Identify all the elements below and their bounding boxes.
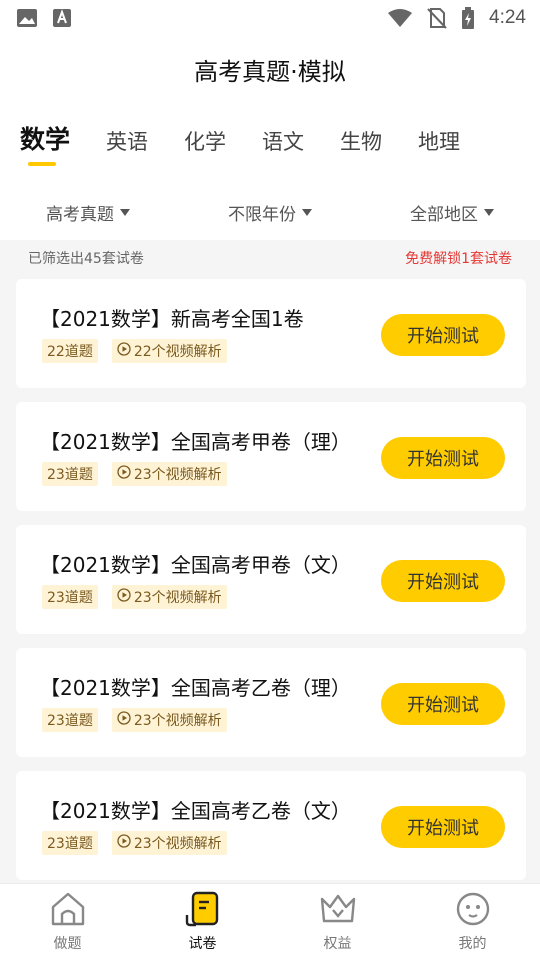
free-unlock-link[interactable]: 免费解锁1套试卷 bbox=[405, 248, 512, 268]
tab-english[interactable]: 英语 bbox=[106, 126, 148, 166]
video-count-text: 23个视频解析 bbox=[133, 467, 222, 483]
caret-down-icon bbox=[120, 208, 130, 216]
start-test-button[interactable]: 开始测试 bbox=[381, 560, 505, 602]
question-count-text: 23道题 bbox=[47, 590, 93, 606]
video-count-badge: 23个视频解析 bbox=[111, 585, 227, 609]
paper-title: 【2021数学】全国高考乙卷（文） bbox=[40, 799, 351, 823]
bottom-nav: 做题 试卷 权益 我的 bbox=[0, 883, 540, 960]
start-test-button[interactable]: 开始测试 bbox=[381, 437, 505, 479]
wifi-icon bbox=[387, 8, 413, 28]
play-icon bbox=[117, 465, 131, 483]
tab-chemistry[interactable]: 化学 bbox=[184, 126, 226, 166]
nav-label: 做题 bbox=[53, 936, 82, 952]
nav-profile[interactable]: 我的 bbox=[423, 891, 523, 953]
tab-label: 化学 bbox=[184, 130, 227, 154]
filter-bar: 高考真题 不限年份 全部地区 bbox=[0, 196, 540, 228]
status-bar: 4:24 bbox=[0, 0, 540, 36]
tab-label: 英语 bbox=[106, 130, 149, 154]
paper-card[interactable]: 【2021数学】全国高考乙卷（文） 23道题 23个视频解析 开始测试 bbox=[16, 771, 526, 880]
nav-label: 权益 bbox=[323, 936, 352, 952]
filter-region-label: 全部地区 bbox=[410, 204, 478, 225]
start-test-button[interactable]: 开始测试 bbox=[381, 314, 505, 356]
question-count-text: 23道题 bbox=[47, 467, 93, 483]
nav-label: 我的 bbox=[458, 936, 487, 952]
paper-card[interactable]: 【2021数学】新高考全国1卷 22道题 22个视频解析 开始测试 bbox=[16, 279, 526, 388]
play-icon bbox=[117, 711, 131, 729]
start-test-button[interactable]: 开始测试 bbox=[381, 806, 505, 848]
question-count-text: 23道题 bbox=[47, 713, 93, 729]
home-icon bbox=[49, 891, 87, 931]
paper-icon bbox=[184, 891, 222, 931]
tab-biology[interactable]: 生物 bbox=[340, 126, 382, 166]
video-count-text: 22个视频解析 bbox=[133, 344, 222, 360]
video-count-badge: 22个视频解析 bbox=[111, 339, 227, 363]
question-count-badge: 23道题 bbox=[42, 831, 98, 855]
filter-year-dropdown[interactable]: 不限年份 bbox=[228, 196, 312, 228]
nav-practice[interactable]: 做题 bbox=[18, 891, 118, 953]
filter-type-dropdown[interactable]: 高考真题 bbox=[46, 196, 130, 228]
page-title: 高考真题·模拟 bbox=[194, 58, 346, 86]
text-icon bbox=[52, 8, 72, 28]
question-count-badge: 23道题 bbox=[42, 708, 98, 732]
video-count-badge: 23个视频解析 bbox=[111, 462, 227, 486]
tab-chinese[interactable]: 语文 bbox=[262, 126, 304, 166]
paper-card[interactable]: 【2021数学】全国高考甲卷（文） 23道题 23个视频解析 开始测试 bbox=[16, 525, 526, 634]
filter-summary: 已筛选出45套试卷 免费解锁1套试卷 bbox=[0, 240, 540, 276]
active-tab-indicator bbox=[28, 162, 56, 166]
caret-down-icon bbox=[302, 208, 312, 216]
subject-tabs: 数学 英语 化学 语文 生物 地理 bbox=[20, 122, 540, 166]
image-icon bbox=[16, 8, 38, 28]
filter-year-label: 不限年份 bbox=[228, 204, 296, 225]
start-test-button[interactable]: 开始测试 bbox=[381, 683, 505, 725]
video-count-text: 23个视频解析 bbox=[133, 713, 222, 729]
nav-label: 试卷 bbox=[188, 936, 217, 952]
paper-card[interactable]: 【2021数学】全国高考甲卷（理） 23道题 23个视频解析 开始测试 bbox=[16, 402, 526, 511]
no-sim-icon bbox=[427, 7, 447, 29]
question-count-text: 22道题 bbox=[47, 344, 93, 360]
paper-card[interactable]: 【2021数学】全国高考乙卷（理） 23道题 23个视频解析 开始测试 bbox=[16, 648, 526, 757]
video-count-text: 23个视频解析 bbox=[133, 590, 222, 606]
profile-icon bbox=[454, 891, 492, 931]
paper-title: 【2021数学】全国高考乙卷（理） bbox=[40, 676, 351, 700]
filter-region-dropdown[interactable]: 全部地区 bbox=[410, 196, 494, 228]
video-count-text: 23个视频解析 bbox=[133, 836, 222, 852]
paper-title: 【2021数学】全国高考甲卷（文） bbox=[40, 553, 351, 577]
tab-math[interactable]: 数学 bbox=[20, 120, 70, 166]
question-count-badge: 23道题 bbox=[42, 462, 98, 486]
header: 高考真题·模拟 数学 英语 化学 语文 生物 地理 高考真题 不限年份 全部地区 bbox=[0, 36, 540, 240]
battery-icon bbox=[461, 7, 475, 29]
nav-papers[interactable]: 试卷 bbox=[153, 891, 253, 953]
status-time: 4:24 bbox=[489, 7, 526, 28]
play-icon bbox=[117, 834, 131, 852]
paper-list: 【2021数学】新高考全国1卷 22道题 22个视频解析 开始测试 【2021数… bbox=[16, 279, 526, 894]
question-count-badge: 23道题 bbox=[42, 585, 98, 609]
result-count: 已筛选出45套试卷 bbox=[28, 251, 144, 267]
play-icon bbox=[117, 342, 131, 360]
paper-title: 【2021数学】新高考全国1卷 bbox=[40, 307, 304, 331]
nav-benefits[interactable]: 权益 bbox=[288, 891, 388, 953]
question-count-text: 23道题 bbox=[47, 836, 93, 852]
tab-label: 数学 bbox=[20, 125, 71, 154]
video-count-badge: 23个视频解析 bbox=[111, 708, 227, 732]
tab-label: 地理 bbox=[418, 130, 461, 154]
filter-type-label: 高考真题 bbox=[46, 204, 114, 225]
crown-icon bbox=[319, 891, 357, 931]
caret-down-icon bbox=[484, 208, 494, 216]
question-count-badge: 22道题 bbox=[42, 339, 98, 363]
tab-geography[interactable]: 地理 bbox=[418, 126, 460, 166]
tab-label: 语文 bbox=[262, 130, 305, 154]
play-icon bbox=[117, 588, 131, 606]
paper-title: 【2021数学】全国高考甲卷（理） bbox=[40, 430, 351, 454]
tab-label: 生物 bbox=[340, 130, 383, 154]
video-count-badge: 23个视频解析 bbox=[111, 831, 227, 855]
